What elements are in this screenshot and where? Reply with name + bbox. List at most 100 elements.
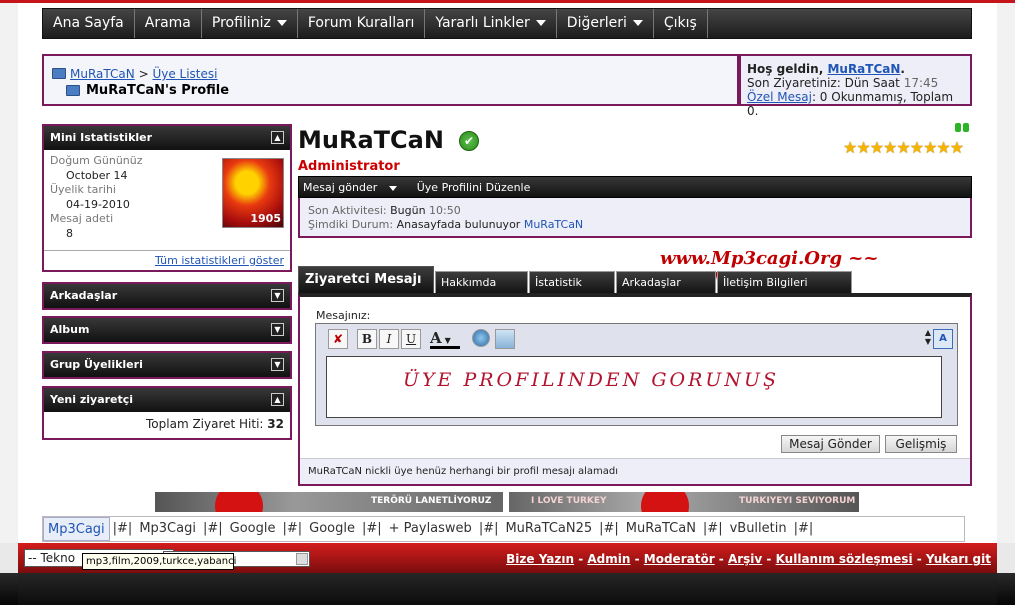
verified-check-icon: ✔ [459, 131, 479, 151]
footer-link-separator: - [762, 552, 776, 566]
online-status-icon [955, 122, 971, 135]
all-stats-link[interactable]: Tüm istatistikleri göster [155, 254, 284, 267]
nav-search[interactable]: Arama [135, 9, 202, 38]
link-google[interactable]: Google [226, 517, 280, 541]
profile-tabs: Ziyaretci Mesajı Hakkımda İstatistik Ark… [298, 266, 972, 294]
insert-image-icon[interactable] [495, 329, 515, 349]
link-paylasweb[interactable]: + Paylasweb [385, 517, 476, 541]
send-message-menu[interactable]: Mesaj gönder [303, 181, 405, 194]
expand-icon[interactable]: ▼ [271, 323, 284, 336]
folder-icon [66, 85, 80, 96]
current-status-user-link[interactable]: MuRaTCaN [524, 218, 583, 231]
private-messages-link[interactable]: Özel Mesaj [747, 90, 812, 104]
album-block: Album ▼ [42, 316, 292, 344]
right-banner-text-1: I LOVE TURKEY [531, 496, 607, 506]
link-google-2[interactable]: Google [305, 517, 359, 541]
italic-button[interactable]: I [379, 329, 399, 349]
nav-rules[interactable]: Forum Kuralları [298, 9, 426, 38]
forum-home-icon[interactable] [52, 68, 66, 79]
current-status: Şimdiki Durum: Anasayfada bulunuyor MuRa… [308, 218, 962, 232]
remove-format-icon[interactable]: ✘ [328, 329, 348, 349]
footer-link-contact[interactable]: Bize Yazın [506, 552, 574, 566]
visitor-messages-panel: Mesajınız: ✘ B I U A ▼ ▲ ▼ A ÜYE PROFILIND… [298, 293, 972, 486]
edit-profile-link[interactable]: Üye Profilini Düzenle [417, 181, 531, 194]
footer-link-archive[interactable]: Arşiv [728, 552, 762, 566]
switch-mode-icon[interactable]: A [933, 329, 953, 349]
album-header[interactable]: Album ▼ [44, 318, 290, 342]
nav-logout[interactable]: Çıkış [654, 9, 708, 38]
link-separator: |#| [793, 521, 814, 536]
profile-toolbar: Mesaj gönder Üye Profilini Düzenle [298, 176, 972, 198]
nav-other[interactable]: Diğerleri [557, 9, 654, 38]
collapse-icon[interactable]: ▲ [271, 393, 284, 406]
link-separator: |#| [599, 521, 619, 536]
expand-icon[interactable]: ▼ [271, 289, 284, 302]
nav-home[interactable]: Ana Sayfa [43, 9, 135, 38]
groups-block: Grup Üyelikleri ▼ [42, 351, 292, 379]
breadcrumb-user-link[interactable]: MuRaTCaN [70, 67, 135, 81]
current-status-value: Anasayfada bulunuyor [396, 218, 521, 231]
link-muratcan[interactable]: MuRaTCaN [622, 517, 700, 541]
underline-button[interactable]: U [401, 329, 421, 349]
groups-header[interactable]: Grup Üyelikleri ▼ [44, 353, 290, 377]
main-navbar: Ana Sayfa Arama Profiliniz Forum Kuralla… [42, 8, 972, 39]
nav-links[interactable]: Yararlı Linkler [425, 9, 557, 38]
friends-title: Arkadaşlar [50, 289, 118, 302]
advanced-button[interactable]: Gelişmiş [885, 435, 957, 453]
friends-header[interactable]: Arkadaşlar ▼ [44, 284, 290, 308]
resize-arrows-icon[interactable]: ▲ ▼ [925, 328, 931, 346]
chevron-down-icon [632, 20, 643, 26]
nav-links-label: Yararlı Linkler [435, 15, 530, 31]
link-vbulletin[interactable]: vBulletin [726, 517, 791, 541]
last-activity-value: Bugün [390, 204, 426, 217]
tab-visitor-messages[interactable]: Ziyaretci Mesajı [298, 266, 434, 294]
send-message-label: Mesaj gönder [303, 181, 378, 194]
link-separator: |#| [702, 521, 723, 536]
footer-link-top[interactable]: Yukarı git [926, 552, 991, 566]
welcome-line: Hoş geldin, MuRaTCaN. [747, 62, 964, 76]
footer-links: Bize Yazın - Admin - Moderatör - Arşiv -… [506, 552, 991, 566]
empty-messages-notice: MuRaTCaN nickli üye henüz herhangi bir p… [300, 458, 970, 484]
tab-about[interactable]: Hakkımda [435, 271, 528, 294]
link-mp3cagi-2[interactable]: Mp3Cagi [135, 517, 200, 541]
activity-panel: Son Aktivitesi: Bugün 10:50 Şimdiki Duru… [298, 198, 972, 238]
avatar-year: 1905 [250, 211, 281, 225]
tab-contact-info[interactable]: İletişim Bilgileri [717, 271, 852, 294]
visitors-header[interactable]: Yeni ziyaretçi ▲ [44, 388, 290, 412]
breadcrumb: MuRaTCaN > Üye Listesi MuRaTCaN's Profil… [42, 54, 739, 106]
welcome-user-link[interactable]: MuRaTCaN [827, 62, 900, 76]
link-separator: |#| [282, 521, 303, 536]
link-separator: |#| [478, 521, 499, 536]
last-visit-time: 17:45 [903, 76, 939, 90]
insert-link-icon[interactable] [472, 329, 490, 347]
page-title: MuRaTCaN's Profile [86, 83, 230, 98]
breadcrumb-memberlist-link[interactable]: Üye Listesi [152, 67, 217, 81]
last-activity-label: Son Aktivitesi: [308, 204, 387, 217]
visitors-title: Yeni ziyaretçi [50, 393, 134, 406]
tab-statistics[interactable]: İstatistik [529, 271, 615, 294]
breadcrumb-line: MuRaTCaN > Üye Listesi [70, 67, 217, 81]
font-color-icon[interactable]: A ▼ [430, 329, 460, 349]
submit-message-button[interactable]: Mesaj Gönder [781, 435, 880, 453]
links-bar: Mp3Cagi |#| Mp3Cagi |#| Google |#| Googl… [42, 516, 965, 542]
footer-link-moderator[interactable]: Moderatör [644, 552, 715, 566]
avatar[interactable]: 1905 [222, 158, 284, 228]
link-muratcan25[interactable]: MuRaTCaN25 [501, 517, 596, 541]
flag-circle-icon [215, 492, 263, 512]
footer-link-terms[interactable]: Kullanım sözleşmesi [776, 552, 913, 566]
expand-icon[interactable]: ▼ [271, 358, 284, 371]
chevron-down-icon [276, 20, 287, 26]
nav-profile[interactable]: Profiliniz [202, 9, 298, 38]
link-mp3cagi[interactable]: Mp3Cagi [43, 517, 110, 541]
collapse-icon[interactable]: ▲ [271, 131, 284, 144]
link-separator: |#| [361, 521, 382, 536]
nav-other-label: Diğerleri [566, 15, 627, 31]
welcome-greeting: Hoş geldin, [747, 62, 824, 76]
tooltip: mp3,film,2009,turkce,yabanci [82, 553, 236, 570]
current-status-label: Şimdiki Durum: [308, 218, 394, 231]
footer-link-admin[interactable]: Admin [587, 552, 630, 566]
tab-friends[interactable]: Arkadaşlar [616, 271, 716, 294]
link-separator: |#| [112, 521, 133, 536]
message-textarea[interactable]: ÜYE PROFILINDEN GORUNUŞ [326, 356, 942, 418]
bold-button[interactable]: B [357, 329, 377, 349]
